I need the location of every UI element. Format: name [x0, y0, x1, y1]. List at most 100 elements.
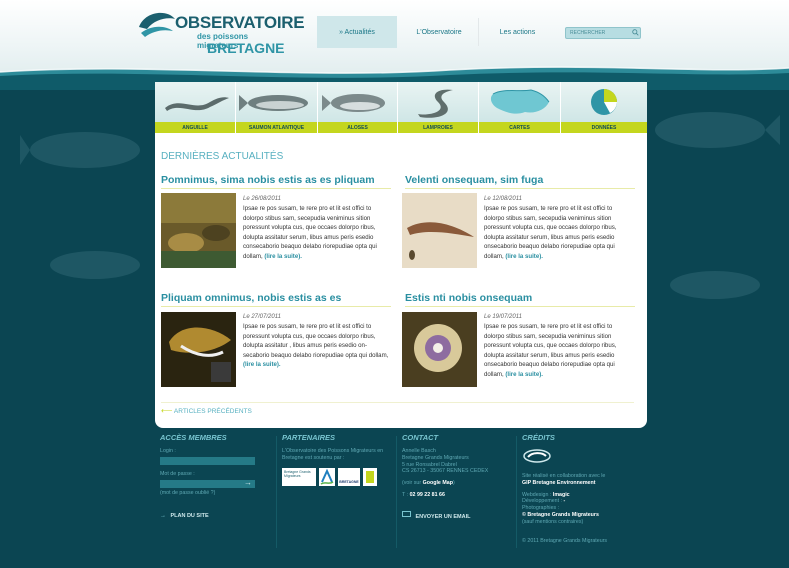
- partner-logo-region[interactable]: [363, 467, 377, 486]
- read-more-link[interactable]: (lire la suite).: [264, 253, 302, 260]
- article-excerpt: Ipsae re pos susam, te rere pro et lit e…: [484, 323, 617, 378]
- article-title[interactable]: Pomnimus, sima nobis estis as es pliquam: [161, 174, 375, 186]
- partner-logo-bretagne[interactable]: BRETAGNE: [338, 467, 360, 486]
- background-fish-left: [20, 132, 140, 168]
- partner-logos: Bretagne Grands Migrateurs BRETAGNE: [282, 467, 392, 486]
- sitemap-link[interactable]: → PLAN DU SITE: [160, 504, 270, 522]
- dev-credit: Développement : -: [522, 498, 566, 505]
- contact-street: 5 rue Ronsabrel Dabrel: [402, 461, 457, 468]
- footer-separator: [276, 436, 277, 548]
- read-more-link[interactable]: (lire la suite).: [243, 361, 281, 368]
- species-label: CARTES: [479, 122, 561, 133]
- login-input[interactable]: [160, 456, 255, 465]
- contact-map: (voir sur Google Map): [402, 480, 455, 487]
- partner-logo-bgm[interactable]: Bretagne Grands Migrateurs: [282, 467, 316, 486]
- footer-title: CONTACT: [402, 433, 439, 442]
- footer-title: CRÉDITS: [522, 433, 555, 442]
- footer-separator: [516, 436, 517, 548]
- article-title-underline: [405, 188, 635, 189]
- nav-separator: [478, 18, 479, 46]
- read-more-link[interactable]: (lire la suite).: [505, 371, 543, 378]
- article-title[interactable]: Velenti onsequam, sim fuga: [405, 174, 543, 186]
- lamprey-icon: [418, 89, 453, 118]
- species-item-cartes[interactable]: CARTES: [479, 82, 561, 133]
- previous-articles-link[interactable]: ⟵ ARTICLES PRÉCÉDENTS: [161, 406, 252, 415]
- arrow-right-icon[interactable]: →: [244, 478, 252, 487]
- partner-logo-ae[interactable]: [319, 467, 335, 486]
- eel-icon: [165, 97, 229, 111]
- contact-org: Bretagne Grands Migrateurs: [402, 454, 469, 461]
- species-menu: ANGUILLE SAUMON ATLANTIQUE ALOSES LAMPRO…: [155, 82, 647, 133]
- partners-text: L'Observatoire des Poissons Migrateurs e…: [282, 448, 384, 461]
- background-fish-right: [655, 112, 780, 148]
- article-date: Le 19/07/2011: [484, 314, 522, 320]
- footer-title: PARTENAIRES: [282, 433, 336, 442]
- photo-credit-note: (sauf mentions contraires): [522, 518, 584, 525]
- brittany-map-icon: [490, 89, 550, 114]
- nav-observatoire[interactable]: L'Observatoire: [400, 16, 478, 48]
- search-input[interactable]: RECHERCHER: [565, 27, 641, 39]
- site-logo[interactable]: OBSERVATOIRE des poissons migrateurs BRE…: [137, 5, 305, 61]
- species-label: ALOSES: [318, 122, 398, 133]
- footer-title: ACCÈS MEMBRES: [160, 433, 227, 442]
- copyright: © 2011 Bretagne Grands Migrateurs: [522, 537, 608, 544]
- password-input[interactable]: →: [160, 478, 255, 488]
- article-date: Le 27/07/2011: [243, 314, 281, 320]
- article-excerpt: Ipsae re pos susam, te rere pro et lit e…: [484, 205, 617, 260]
- article-thumbnail[interactable]: [161, 193, 236, 268]
- article-title-underline: [161, 306, 391, 307]
- footer-credits: CRÉDITS Site réalisé en collaboration av…: [522, 433, 642, 544]
- footer-partners: PARTENAIRES L'Observatoire des Poissons …: [282, 433, 392, 486]
- species-label: ANGUILLE: [155, 122, 236, 133]
- footer-members: ACCÈS MEMBRES Login : Mot de passe : → (…: [160, 433, 270, 522]
- background-fish-right-2: [670, 271, 760, 299]
- article-thumbnail[interactable]: [161, 312, 236, 387]
- contact-city: CS 26713 - 35067 RENNES CEDEX: [402, 468, 489, 475]
- article-title[interactable]: Estis nti nobis onsequam: [405, 292, 532, 304]
- species-item-donnees[interactable]: DONNÉES: [561, 82, 647, 133]
- section-title: DERNIÈRES ACTUALITÉS: [161, 151, 284, 162]
- fish-logo-icon: [139, 12, 175, 37]
- webdesign-credit: Webdesign : Imagic: [522, 491, 570, 498]
- species-item-anguille[interactable]: ANGUILLE: [155, 82, 236, 133]
- nav-actions[interactable]: Les actions: [480, 16, 555, 48]
- photo-credit-label: Photographies :: [522, 505, 560, 512]
- read-more-link[interactable]: (lire la suite).: [505, 253, 543, 260]
- google-map-link[interactable]: Google Map: [423, 480, 453, 486]
- article-excerpt: Ipsae re pos susam, te rere pro et lit e…: [243, 205, 377, 260]
- species-item-saumon[interactable]: SAUMON ATLANTIQUE: [236, 82, 318, 133]
- article-title-underline: [405, 306, 635, 307]
- gip-logo-icon: [523, 449, 551, 463]
- send-email-link[interactable]: ENVOYER UN EMAIL: [402, 505, 512, 523]
- password-label: Mot de passe :: [160, 470, 195, 477]
- logo-region: BRETAGNE: [207, 40, 285, 56]
- pie-chart-icon: [591, 89, 617, 115]
- photo-credit: © Bretagne Grands Migrateurs: [522, 511, 599, 518]
- contact-name: Annelle Basch: [402, 448, 436, 454]
- article-title[interactable]: Pliquam omnimus, nobis estis as es: [161, 292, 341, 304]
- article-date: Le 26/08/2011: [243, 196, 281, 202]
- species-label: SAUMON ATLANTIQUE: [236, 122, 318, 133]
- main-panel: ANGUILLE SAUMON ATLANTIQUE ALOSES LAMPRO…: [155, 82, 647, 428]
- article-excerpt: Ipsae re pos susam, te rere pro et lit e…: [243, 323, 389, 369]
- species-item-aloses[interactable]: ALOSES: [318, 82, 398, 133]
- arrow-right-icon: →: [160, 513, 166, 520]
- search-icon[interactable]: [632, 29, 639, 36]
- nav-actualites[interactable]: » Actualités: [317, 16, 397, 48]
- species-label: DONNÉES: [561, 122, 647, 133]
- forgot-password-link[interactable]: (mot de passe oublié ?): [160, 490, 270, 497]
- article-thumbnail[interactable]: [402, 312, 477, 387]
- article-thumbnail[interactable]: [402, 193, 477, 268]
- salmon-icon: [239, 95, 308, 111]
- arrow-left-icon: ⟵: [161, 406, 173, 415]
- footer-separator: [396, 436, 397, 548]
- background-fish-left-2: [50, 251, 140, 279]
- footer-contact: CONTACT Annelle Basch Bretagne Grands Mi…: [402, 433, 512, 523]
- logo-title: OBSERVATOIRE: [175, 13, 305, 32]
- made-with-text: Site réalisé en collaboration avec le: [522, 473, 606, 479]
- shad-icon: [322, 94, 385, 112]
- login-label: Login :: [160, 448, 176, 454]
- gip-link[interactable]: GIP Bretagne Environnement: [522, 480, 642, 487]
- article-title-underline: [161, 188, 391, 189]
- species-item-lamproies[interactable]: LAMPROIES: [398, 82, 479, 133]
